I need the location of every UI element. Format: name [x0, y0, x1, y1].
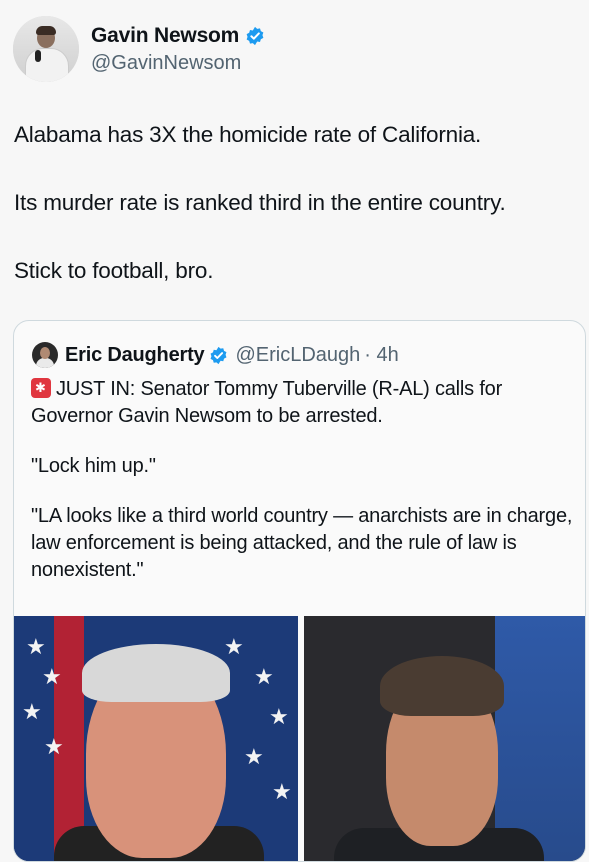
quoted-display-name[interactable]: Eric Daugherty	[65, 344, 205, 367]
quoted-paragraph: "LA looks like a third world country — a…	[31, 505, 573, 581]
tweet-text: Alabama has 3X the homicide rate of Cali…	[14, 120, 579, 324]
author-handle[interactable]: @GavinNewsom	[91, 52, 265, 75]
quoted-avatar[interactable]	[32, 342, 58, 368]
quoted-text: JUST IN: Senator Tommy Tuberville (R-AL)…	[31, 376, 579, 607]
quoted-header: Eric Daugherty @EricLDaugh · 4h	[32, 342, 399, 368]
tweet-line: Stick to football, bro.	[14, 258, 214, 283]
quoted-paragraph-text: JUST IN: Senator Tommy Tuberville (R-AL)…	[31, 378, 503, 427]
tweet-header: Gavin Newsom @GavinNewsom	[13, 16, 265, 82]
verified-badge-icon	[211, 346, 227, 364]
quoted-timestamp[interactable]: · 4h	[364, 344, 398, 367]
quoted-handle[interactable]: @EricLDaugh	[235, 344, 360, 367]
tweet-line: Its murder rate is ranked third in the e…	[14, 190, 506, 215]
author-display-name[interactable]: Gavin Newsom	[91, 24, 239, 48]
verified-badge-icon	[246, 26, 264, 45]
quoted-photo-tuberville[interactable]: ★ ★ ★ ★ ★ ★ ★ ★ ★	[14, 616, 298, 861]
quoted-tweet-card[interactable]: Eric Daugherty @EricLDaugh · 4h JUST IN:…	[13, 320, 586, 862]
quoted-paragraph: JUST IN: Senator Tommy Tuberville (R-AL)…	[31, 376, 579, 430]
author-names: Gavin Newsom @GavinNewsom	[91, 24, 265, 75]
quoted-paragraph: "Lock him up."	[31, 455, 156, 477]
tweet-line: Alabama has 3X the homicide rate of Cali…	[14, 122, 482, 147]
rotating-light-icon	[31, 378, 51, 398]
author-avatar[interactable]	[13, 16, 79, 82]
quoted-photo-newsom[interactable]	[304, 616, 585, 861]
